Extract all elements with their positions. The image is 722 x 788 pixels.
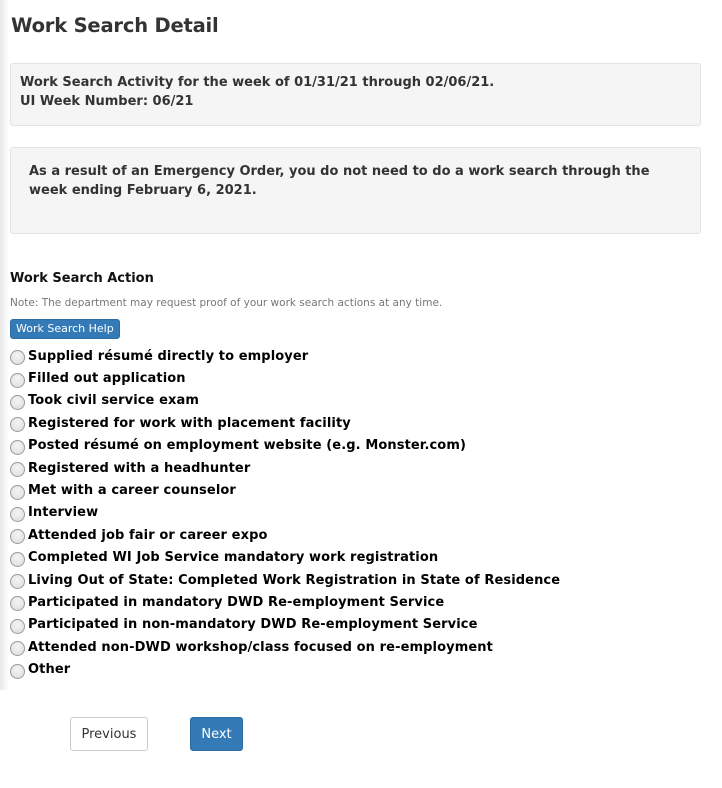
option-posted-resume-website[interactable]: Posted résumé on employment website (e.g… [10, 435, 703, 457]
option-label: Supplied résumé directly to employer [28, 348, 309, 364]
option-career-counselor[interactable]: Met with a career counselor [10, 479, 703, 501]
work-search-action-options: Supplied résumé directly to employer Fil… [10, 345, 703, 681]
radio-button[interactable] [10, 574, 25, 590]
ui-week-number-text: UI Week Number: 06/21 [20, 94, 194, 109]
option-label: Registered for work with placement facil… [28, 415, 351, 431]
radio-button[interactable] [10, 439, 25, 455]
option-label: Participated in non-mandatory DWD Re-emp… [28, 617, 478, 633]
radio-button[interactable] [10, 641, 25, 657]
next-button[interactable]: Next [190, 717, 243, 751]
option-label: Attended job fair or career expo [28, 527, 268, 543]
radio-button[interactable] [10, 663, 25, 679]
notice-text: As a result of an Emergency Order, you d… [29, 164, 650, 198]
option-label: Living Out of State: Completed Work Regi… [28, 572, 561, 588]
option-out-of-state-registration[interactable]: Living Out of State: Completed Work Regi… [10, 569, 703, 591]
radio-button[interactable] [10, 618, 25, 634]
option-label: Met with a career counselor [28, 483, 236, 499]
week-info-panel: Work Search Activity for the week of 01/… [10, 63, 701, 126]
radio-button[interactable] [10, 417, 25, 433]
page-title: Work Search Detail [11, 14, 219, 37]
option-label: Registered with a headhunter [28, 460, 251, 476]
option-supplied-resume[interactable]: Supplied résumé directly to employer [10, 345, 703, 367]
radio-button[interactable] [10, 350, 25, 366]
option-label: Attended non-DWD workshop/class focused … [28, 639, 493, 655]
proof-note: Note: The department may request proof o… [10, 297, 443, 309]
option-label: Filled out application [28, 371, 186, 387]
option-label: Took civil service exam [28, 393, 200, 409]
option-civil-service-exam[interactable]: Took civil service exam [10, 390, 703, 412]
option-non-dwd-workshop[interactable]: Attended non-DWD workshop/class focused … [10, 636, 703, 658]
option-job-fair[interactable]: Attended job fair or career expo [10, 524, 703, 546]
option-label: Completed WI Job Service mandatory work … [28, 550, 439, 566]
option-interview[interactable]: Interview [10, 502, 703, 524]
option-headhunter[interactable]: Registered with a headhunter [10, 457, 703, 479]
option-non-mandatory-dwd-service[interactable]: Participated in non-mandatory DWD Re-emp… [10, 614, 703, 636]
radio-button[interactable] [10, 394, 25, 410]
option-placement-facility[interactable]: Registered for work with placement facil… [10, 412, 703, 434]
option-label: Interview [28, 505, 99, 521]
radio-button[interactable] [10, 506, 25, 522]
option-wi-job-service-registration[interactable]: Completed WI Job Service mandatory work … [10, 547, 703, 569]
option-label: Participated in mandatory DWD Re-employm… [28, 594, 445, 610]
radio-button[interactable] [10, 484, 25, 500]
left-edge-shadow [0, 0, 9, 690]
previous-button[interactable]: Previous [70, 717, 148, 751]
option-filled-out-application[interactable]: Filled out application [10, 367, 703, 389]
option-other[interactable]: Other [10, 658, 703, 680]
section-title: Work Search Action [10, 271, 154, 286]
radio-button[interactable] [10, 551, 25, 567]
work-search-action-section: Work Search Action Note: The department … [10, 270, 703, 681]
emergency-order-notice: As a result of an Emergency Order, you d… [10, 147, 701, 234]
option-label: Posted résumé on employment website (e.g… [28, 438, 467, 454]
option-mandatory-dwd-service[interactable]: Participated in mandatory DWD Re-employm… [10, 591, 703, 613]
radio-button[interactable] [10, 529, 25, 545]
week-activity-text: Work Search Activity for the week of 01/… [20, 75, 495, 90]
radio-button[interactable] [10, 596, 25, 612]
radio-button[interactable] [10, 372, 25, 388]
work-search-help-button[interactable]: Work Search Help [10, 319, 120, 339]
radio-button[interactable] [10, 462, 25, 478]
option-label: Other [28, 662, 71, 678]
